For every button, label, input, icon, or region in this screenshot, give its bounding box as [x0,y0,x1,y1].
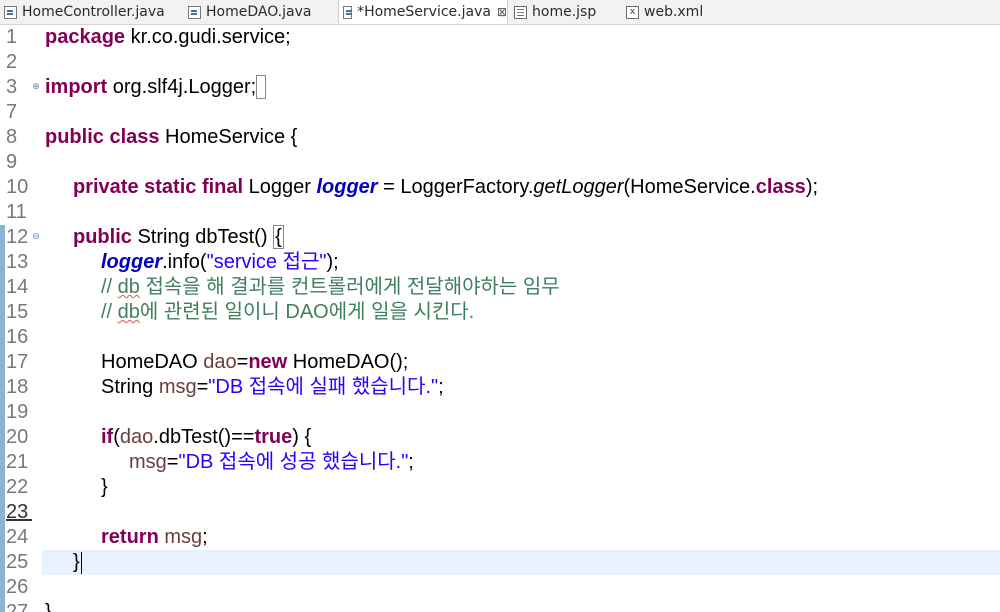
line-number: 21 [6,451,29,473]
line-number: 27 [6,601,29,612]
java-file-icon [343,5,353,19]
fold-collapse-icon[interactable]: ⊖ [32,233,40,242]
line-number: 17 [6,351,29,373]
code-line-18: String msg="DB 접속에 실패 했습니다."; [101,376,444,398]
tab-homeservice[interactable]: *HomeService.java ⊠ [338,0,508,24]
spelling-warning: db [117,276,140,298]
line-number: 22 [6,476,29,498]
code-line-12: public String dbTest() { [73,225,284,249]
code-line-13: logger.info("service 접근"); [101,251,339,273]
xml-file-icon: x [626,5,639,19]
code-line-20: if(dao.dbTest()==true) { [101,426,312,448]
tab-home-jsp[interactable]: home.jsp [510,0,620,24]
spelling-warning: db [117,301,140,323]
code-line-8: public class HomeService { [45,126,298,148]
code-line-14: // db 접속을 해 결과를 컨트롤러에게 전달해야하는 임무 [101,276,560,298]
editor-window: HomeController.java HomeDAO.java *HomeSe… [0,0,1000,612]
tab-label: web.xml [644,4,704,20]
line-number: 8 [6,126,18,148]
code-line-22: } [101,476,108,498]
line-number-gutter: 1 2 3 ⊕ 7 8 9 10 11 12 ⊖ 13 14 15 16 17 … [0,25,42,612]
code-line-15: // db에 관련된 일이니 DAO에게 일을 시킨다. [101,301,475,323]
line-number: 10 [6,176,29,198]
tab-label: HomeDAO.java [206,4,312,20]
code-line-21: msg="DB 접속에 성공 했습니다."; [129,451,414,473]
line-number: 20 [6,426,29,448]
line-number: 15 [6,301,29,323]
code-line-24: return msg; [101,526,208,548]
line-number: 25 [6,551,29,573]
line-number: 11 [6,201,27,223]
tab-label: home.jsp [532,4,597,20]
line-number: 1 [6,26,18,48]
folded-imports-marker[interactable] [256,75,266,99]
java-file-icon [4,5,17,19]
line-number: 18 [6,376,29,398]
line-number: 19 [6,401,29,423]
tab-label: *HomeService.java [357,4,491,20]
tab-homedao[interactable]: HomeDAO.java [184,0,334,24]
line-number: 14 [6,276,29,298]
line-number: 9 [6,151,18,173]
tab-homecontroller[interactable]: HomeController.java [0,0,176,24]
java-file-icon [188,5,201,19]
line-number: 26 [6,576,29,598]
tab-web-xml[interactable]: x web.xml [622,0,732,24]
code-editor[interactable]: package kr.co.gudi.service; import org.s… [45,25,1000,612]
matching-brace: { [273,225,284,249]
text-cursor [80,551,82,574]
fold-expand-icon[interactable]: ⊕ [32,83,40,92]
line-number: 13 [6,251,29,273]
editor-tab-bar: HomeController.java HomeDAO.java *HomeSe… [0,0,1000,25]
code-line-10: private static final Logger logger = Log… [73,176,819,198]
line-number: 24 [6,526,29,548]
tab-label: HomeController.java [22,4,165,20]
jsp-file-icon [514,5,527,19]
line-number: 23 [6,501,29,523]
change-bar [0,225,5,612]
code-line-17: HomeDAO dao=new HomeDAO(); [101,351,409,373]
line-marker [6,519,32,521]
close-tab-icon[interactable]: ⊠ [497,5,507,19]
line-number: 7 [6,101,18,123]
code-line-27: } [45,601,52,612]
line-number: 16 [6,326,29,348]
code-line-3: import org.slf4j.Logger; [45,75,266,100]
code-line-25: } [73,551,82,574]
code-line-1: package kr.co.gudi.service; [45,26,291,48]
line-number: 2 [6,51,18,73]
